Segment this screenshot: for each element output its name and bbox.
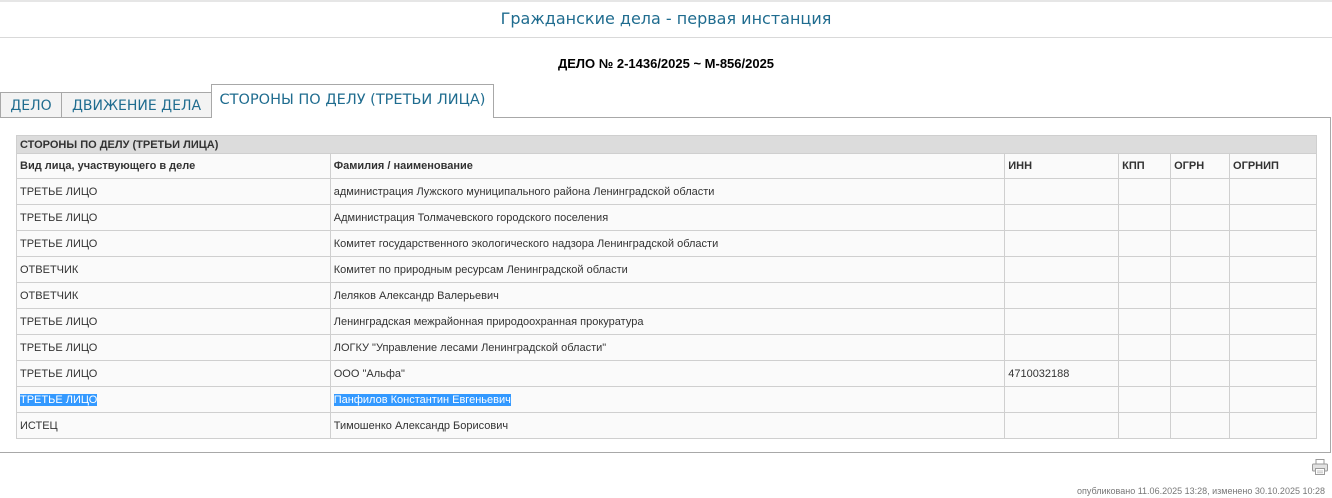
inn-cell: [1004, 386, 1120, 413]
ogrn-cell: [1170, 360, 1231, 387]
party-type-cell: ТРЕТЬЕ ЛИЦО: [16, 308, 331, 335]
kpp-cell: [1118, 360, 1172, 387]
inn-cell: [1004, 178, 1120, 205]
table-row: ТРЕТЬЕ ЛИЦО ЛОГКУ "Управление лесами Лени…: [16, 334, 1317, 361]
inn-cell: [1004, 230, 1120, 257]
table-row: ТРЕТЬЕ ЛИЦО Панфилов Константин Евгеньеви…: [16, 386, 1317, 413]
column-header-kpp: КПП: [1118, 153, 1172, 179]
table-row: ТРЕТЬЕ ЛИЦО Администрация Толмачевского г…: [16, 204, 1317, 231]
party-type-cell: ТРЕТЬЕ ЛИЦО: [16, 230, 331, 257]
table-row: ТРЕТЬЕ ЛИЦО ООО "Альфа" 4710032188: [16, 360, 1317, 387]
kpp-cell: [1118, 178, 1172, 205]
party-name-cell: Комитет государственного экологического …: [329, 230, 1006, 257]
ogrnip-cell: [1229, 412, 1317, 439]
table-row: ОТВЕТЧИК Комитет по природным ресурсам Ле…: [16, 256, 1317, 283]
kpp-cell: [1118, 256, 1172, 283]
party-name-cell: Администрация Толмачевского городского п…: [329, 204, 1006, 231]
ogrnip-cell: [1229, 282, 1317, 309]
kpp-cell: [1118, 412, 1172, 439]
inn-cell: [1004, 204, 1120, 231]
kpp-cell: [1118, 386, 1172, 413]
party-type-cell: ИСТЕЦ: [16, 412, 331, 439]
ogrn-cell: [1170, 308, 1231, 335]
inn-cell: [1004, 334, 1120, 361]
publication-info: опубликовано 11.06.2025 13:28, изменено …: [1077, 486, 1325, 496]
inn-cell: [1004, 256, 1120, 283]
ogrnip-cell: [1229, 334, 1317, 361]
column-header-name: Фамилия / наименование: [329, 153, 1006, 179]
table-caption: СТОРОНЫ ПО ДЕЛУ (ТРЕТЬИ ЛИЦА): [16, 135, 1317, 154]
column-header-ogrn: ОГРН: [1170, 153, 1231, 179]
selected-text: ТРЕТЬЕ ЛИЦО: [20, 393, 98, 406]
party-type-cell: ТРЕТЬЕ ЛИЦО: [16, 334, 331, 361]
kpp-cell: [1118, 230, 1172, 257]
inn-cell: [1004, 308, 1120, 335]
table-row: ТРЕТЬЕ ЛИЦО Комитет государственного экол…: [16, 230, 1317, 257]
column-header-ogrnip: ОГРНИП: [1229, 153, 1317, 179]
ogrn-cell: [1170, 230, 1231, 257]
tab-bar: ДЕЛО ДВИЖЕНИЕ ДЕЛА СТОРОНЫ ПО ДЕЛУ (ТРЕТ…: [0, 84, 1332, 118]
kpp-cell: [1118, 334, 1172, 361]
party-name-cell: Панфилов Константин Евгеньевич: [329, 386, 1006, 413]
tab-case-movement[interactable]: ДВИЖЕНИЕ ДЕЛА: [61, 92, 212, 118]
column-header-inn: ИНН: [1004, 153, 1120, 179]
party-name-cell: Тимошенко Александр Борисович: [329, 412, 1006, 439]
ogrn-cell: [1170, 256, 1231, 283]
party-type-cell: ТРЕТЬЕ ЛИЦО: [16, 204, 331, 231]
kpp-cell: [1118, 282, 1172, 309]
table-row: ОТВЕТЧИК Леляков Александр Валерьевич: [16, 282, 1317, 309]
inn-cell: 4710032188: [1004, 360, 1120, 387]
printer-icon[interactable]: [1311, 458, 1329, 476]
column-header-party-type: Вид лица, участвующего в деле: [16, 153, 331, 179]
kpp-cell: [1118, 204, 1172, 231]
ogrnip-cell: [1229, 386, 1317, 413]
party-type-cell: ТРЕТЬЕ ЛИЦО: [16, 386, 331, 413]
party-type-cell: ОТВЕТЧИК: [16, 282, 331, 309]
kpp-cell: [1118, 308, 1172, 335]
tab-parties[interactable]: СТОРОНЫ ПО ДЕЛУ (ТРЕТЬИ ЛИЦА): [211, 84, 494, 118]
top-border: [0, 0, 1332, 2]
ogrn-cell: [1170, 178, 1231, 205]
ogrn-cell: [1170, 282, 1231, 309]
ogrnip-cell: [1229, 204, 1317, 231]
party-name-cell: Комитет по природным ресурсам Ленинградс…: [329, 256, 1006, 283]
ogrnip-cell: [1229, 256, 1317, 283]
party-name-cell: Леляков Александр Валерьевич: [329, 282, 1006, 309]
ogrn-cell: [1170, 412, 1231, 439]
party-type-cell: ОТВЕТЧИК: [16, 256, 331, 283]
ogrnip-cell: [1229, 360, 1317, 387]
ogrn-cell: [1170, 334, 1231, 361]
party-name-cell: ООО "Альфа": [329, 360, 1006, 387]
party-type-cell: ТРЕТЬЕ ЛИЦО: [16, 360, 331, 387]
ogrn-cell: [1170, 204, 1231, 231]
page-title: Гражданские дела - первая инстанция: [0, 3, 1332, 38]
party-type-cell: ТРЕТЬЕ ЛИЦО: [16, 178, 331, 205]
inn-cell: [1004, 412, 1120, 439]
table-caption-row: СТОРОНЫ ПО ДЕЛУ (ТРЕТЬИ ЛИЦА): [16, 135, 1317, 154]
table-row: ТРЕТЬЕ ЛИЦО администрация Лужского муници…: [16, 178, 1317, 205]
inn-cell: [1004, 282, 1120, 309]
table-row: ИСТЕЦ Тимошенко Александр Борисович: [16, 412, 1317, 439]
ogrnip-cell: [1229, 178, 1317, 205]
case-number-heading: ДЕЛО № 2-1436/2025 ~ М-856/2025: [557, 56, 775, 71]
ogrnip-cell: [1229, 308, 1317, 335]
ogrn-cell: [1170, 386, 1231, 413]
party-name-cell: ЛОГКУ "Управление лесами Ленинградской о…: [329, 334, 1006, 361]
party-name-cell: администрация Лужского муниципального ра…: [329, 178, 1006, 205]
parties-table: СТОРОНЫ ПО ДЕЛУ (ТРЕТЬИ ЛИЦА) Вид лица, …: [16, 135, 1317, 439]
party-name-cell: Ленинградская межрайонная природоохранна…: [329, 308, 1006, 335]
ogrnip-cell: [1229, 230, 1317, 257]
table-header-row: Вид лица, участвующего в деле Фамилия / …: [16, 153, 1317, 179]
selected-text: Панфилов Константин Евгеньевич: [333, 393, 511, 406]
tab-case[interactable]: ДЕЛО: [0, 92, 62, 118]
table-row: ТРЕТЬЕ ЛИЦО Ленинградская межрайонная при…: [16, 308, 1317, 335]
